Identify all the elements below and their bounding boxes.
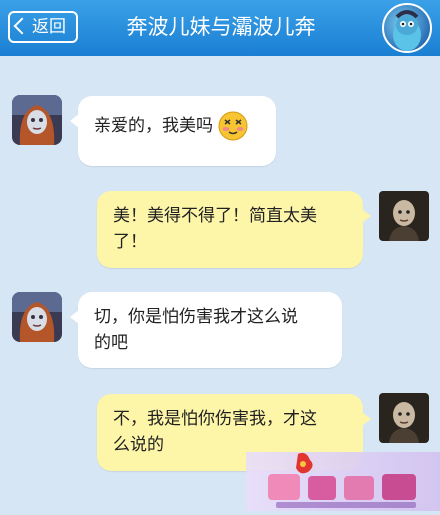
sender-avatar[interactable]	[379, 191, 429, 241]
watermark-logo	[246, 452, 440, 511]
chat-title: 奔波儿妹与灞波儿奔	[126, 15, 316, 39]
message-text-line: 切，你是怕伤害我才这么说	[94, 307, 298, 327]
message-bubble: 美！美得不得了！简直太美 了！	[97, 191, 371, 268]
chat-header: 返回 奔波儿妹与灞波儿奔	[0, 0, 440, 56]
contact-avatar[interactable]	[382, 3, 432, 53]
chevron-left-icon	[13, 17, 31, 35]
message-bubble: 亲爱的，我美吗	[70, 96, 276, 166]
message-text-line: 的吧	[94, 333, 128, 353]
message-text-line: 了！	[113, 232, 147, 252]
message-text: 亲爱的，我美吗	[94, 116, 213, 136]
back-button[interactable]: 返回	[8, 11, 78, 43]
blushing-smile-emoji-icon	[217, 110, 249, 142]
sender-avatar[interactable]	[379, 393, 429, 443]
sender-avatar[interactable]	[12, 292, 62, 342]
sender-avatar[interactable]	[12, 95, 62, 145]
back-label: 返回	[32, 17, 66, 37]
message-bubble: 切，你是怕伤害我才这么说 的吧	[70, 292, 342, 368]
message-text-line: 不，我是怕你伤害我，才这	[113, 409, 317, 429]
message-text-line: 美！美得不得了！简直太美	[113, 206, 317, 226]
